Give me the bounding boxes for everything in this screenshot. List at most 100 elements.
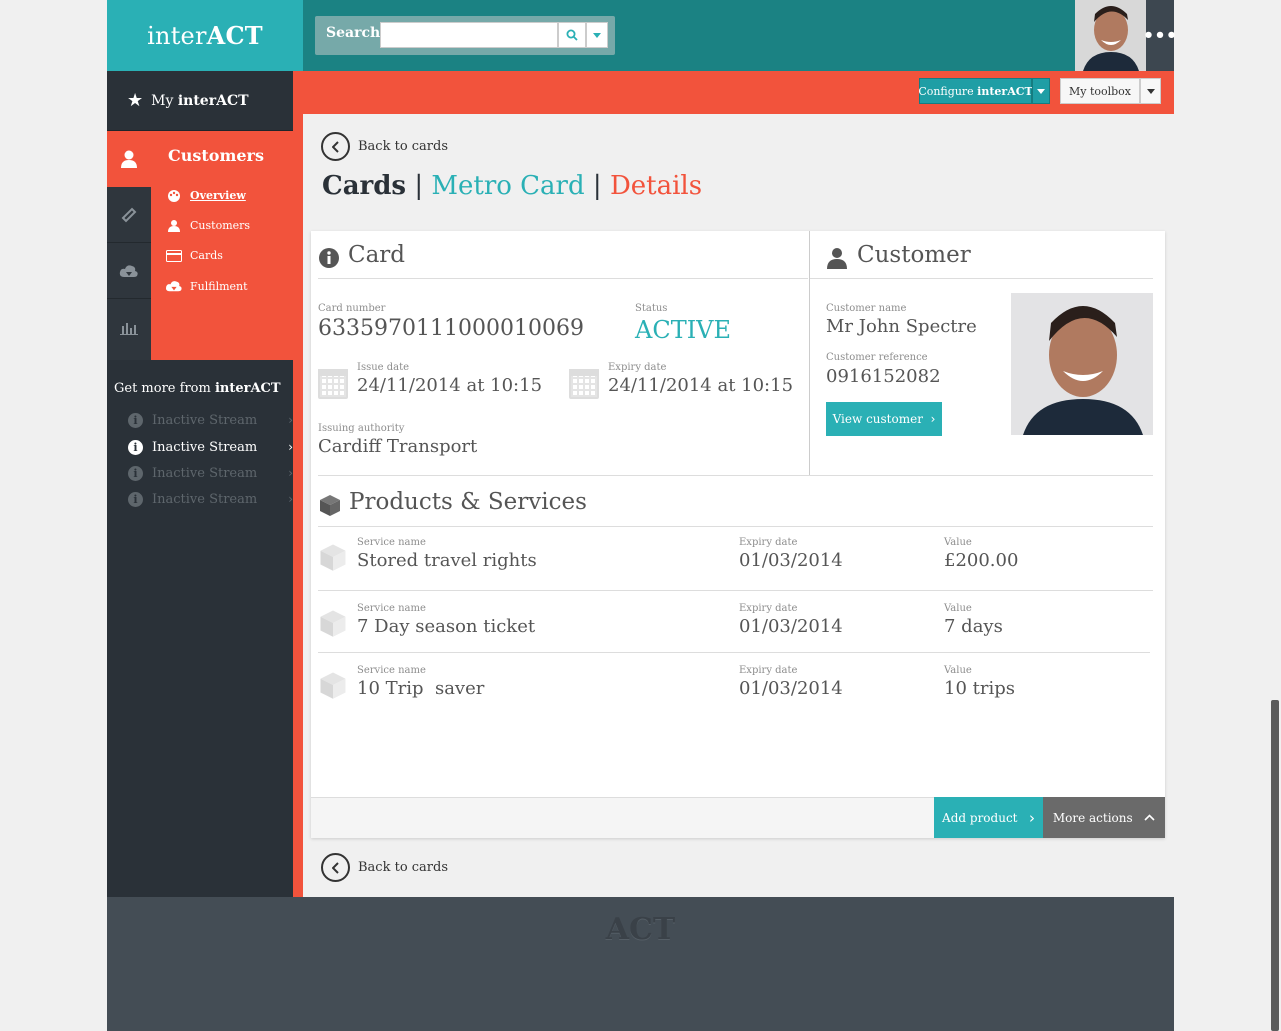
expiry-date-value: 24/11/2014 at 10:15 bbox=[608, 375, 794, 396]
customer-name-label: Customer name bbox=[826, 303, 907, 314]
stream-label: Inactive Stream bbox=[152, 491, 258, 507]
card-number-value: 6335970111000010069 bbox=[318, 316, 584, 341]
search-icon bbox=[566, 29, 578, 41]
sidebar-item-customers[interactable] bbox=[107, 131, 151, 187]
service-name-label: Service name bbox=[357, 537, 426, 548]
divider bbox=[810, 278, 1153, 279]
chevron-right-icon: › bbox=[930, 412, 936, 426]
my-toolbox-button[interactable]: My toolbox bbox=[1060, 78, 1140, 104]
app-logo[interactable]: inter ACT bbox=[107, 0, 303, 71]
sidebar-icon-rail bbox=[107, 131, 151, 360]
card-number-label: Card number bbox=[318, 303, 386, 314]
more-menu-button[interactable]: ••• bbox=[1143, 0, 1177, 71]
status-label: Status bbox=[635, 303, 668, 314]
configure-label: Configure bbox=[918, 84, 974, 98]
configure-interact-button[interactable]: Configure interACT bbox=[918, 78, 1033, 104]
subnav-overview[interactable]: Overview bbox=[165, 189, 246, 202]
caret-down-icon bbox=[593, 32, 601, 38]
breadcrumb: Cards | Metro Card | Details bbox=[322, 171, 702, 201]
subnav-cards[interactable]: Cards bbox=[165, 249, 223, 262]
box-icon bbox=[320, 672, 346, 699]
service-name-value: 10 Trip saver bbox=[357, 678, 485, 699]
sidebar-item-tickets[interactable] bbox=[107, 187, 151, 243]
more-actions-label: More actions bbox=[1052, 810, 1133, 825]
get-more-label-bold: interACT bbox=[214, 381, 281, 396]
add-product-button[interactable]: Add product › bbox=[934, 797, 1043, 838]
user-avatar[interactable] bbox=[1075, 0, 1146, 71]
subnav-customers[interactable]: Customers bbox=[165, 219, 250, 232]
issue-date-value: 24/11/2014 at 10:15 bbox=[357, 375, 543, 396]
breadcrumb-metro-card[interactable]: Metro Card bbox=[431, 171, 584, 201]
service-name-label: Service name bbox=[357, 665, 426, 676]
more-actions-button[interactable]: More actions bbox=[1043, 797, 1165, 838]
calendar-icon bbox=[569, 369, 599, 399]
service-name-label: Service name bbox=[357, 603, 426, 614]
expiry-date-label: Expiry date bbox=[739, 665, 798, 676]
value-value: 7 days bbox=[944, 616, 1003, 637]
chevron-up-icon bbox=[1144, 814, 1155, 821]
info-icon: i bbox=[128, 439, 143, 455]
my-interact-link[interactable]: ★ My interACT bbox=[107, 71, 293, 131]
card-title-text: Card bbox=[348, 242, 406, 268]
search-label: Search bbox=[326, 25, 381, 41]
service-name-value: Stored travel rights bbox=[357, 550, 537, 571]
back-to-cards-link[interactable]: Back to cards bbox=[321, 132, 448, 161]
user-icon bbox=[165, 219, 183, 232]
info-icon: i bbox=[128, 491, 143, 507]
expiry-date-value: 01/03/2014 bbox=[739, 678, 843, 699]
stream-item-active[interactable]: i Inactive Stream › bbox=[128, 436, 293, 458]
breadcrumb-cards[interactable]: Cards bbox=[322, 171, 406, 201]
card-section-title: Card bbox=[318, 241, 405, 269]
subnav-label: Customers bbox=[190, 219, 251, 232]
search-button[interactable] bbox=[558, 22, 586, 48]
toolbox-dropdown[interactable] bbox=[1140, 78, 1161, 104]
subnav-label: Overview bbox=[190, 189, 246, 202]
expiry-date-label: Expiry date bbox=[608, 362, 667, 373]
info-icon: i bbox=[128, 412, 143, 428]
sidebar-item-reports[interactable] bbox=[107, 299, 151, 355]
value-label: Value bbox=[944, 537, 972, 548]
configure-dropdown[interactable] bbox=[1032, 78, 1050, 104]
cloud-download-icon bbox=[165, 279, 183, 293]
value-label: Value bbox=[944, 603, 972, 614]
customers-section-title: Customers bbox=[168, 146, 264, 165]
expiry-date-value: 01/03/2014 bbox=[739, 550, 843, 571]
subnav-label: Cards bbox=[190, 249, 223, 262]
subnav-fulfilment[interactable]: Fulfilment bbox=[165, 279, 248, 293]
chevron-left-icon bbox=[321, 132, 350, 161]
customer-title-text: Customer bbox=[857, 242, 971, 268]
calendar-icon bbox=[318, 369, 348, 399]
view-customer-button[interactable]: View customer › bbox=[826, 402, 942, 436]
user-icon bbox=[121, 150, 137, 168]
products-title-text: Products & Services bbox=[349, 489, 587, 515]
issuing-authority-label: Issuing authority bbox=[318, 423, 405, 434]
search-options-dropdown[interactable] bbox=[586, 22, 608, 48]
back-to-cards-link-bottom[interactable]: Back to cards bbox=[321, 853, 448, 882]
breadcrumb-current: Details bbox=[609, 171, 703, 201]
divider bbox=[318, 652, 1150, 653]
stream-item[interactable]: i Inactive Stream › bbox=[128, 488, 293, 510]
ticket-icon bbox=[121, 207, 137, 222]
expiry-date-label: Expiry date bbox=[739, 537, 798, 548]
stream-item[interactable]: i Inactive Stream › bbox=[128, 462, 293, 484]
sidebar-item-downloads[interactable] bbox=[107, 243, 151, 299]
search-input[interactable] bbox=[380, 22, 558, 48]
caret-down-icon bbox=[1146, 88, 1155, 94]
box-icon bbox=[320, 544, 346, 571]
user-icon bbox=[827, 248, 847, 269]
issuing-authority-value: Cardiff Transport bbox=[318, 436, 478, 457]
expiry-date-label: Expiry date bbox=[739, 603, 798, 614]
customer-photo bbox=[1011, 293, 1153, 435]
chevron-right-icon: › bbox=[1028, 808, 1035, 827]
divider bbox=[318, 590, 1153, 591]
logo-text-bold: ACT bbox=[206, 21, 263, 50]
stream-label: Inactive Stream bbox=[152, 439, 258, 455]
content-edge-accent bbox=[293, 114, 303, 897]
subnav-label: Fulfilment bbox=[190, 279, 248, 293]
scrollbar[interactable] bbox=[1271, 700, 1279, 1031]
palette-icon bbox=[165, 189, 183, 202]
card-icon bbox=[165, 249, 183, 262]
value-label: Value bbox=[944, 665, 972, 676]
stream-item[interactable]: i Inactive Stream › bbox=[128, 409, 293, 431]
logo-text-regular: inter bbox=[147, 21, 207, 50]
